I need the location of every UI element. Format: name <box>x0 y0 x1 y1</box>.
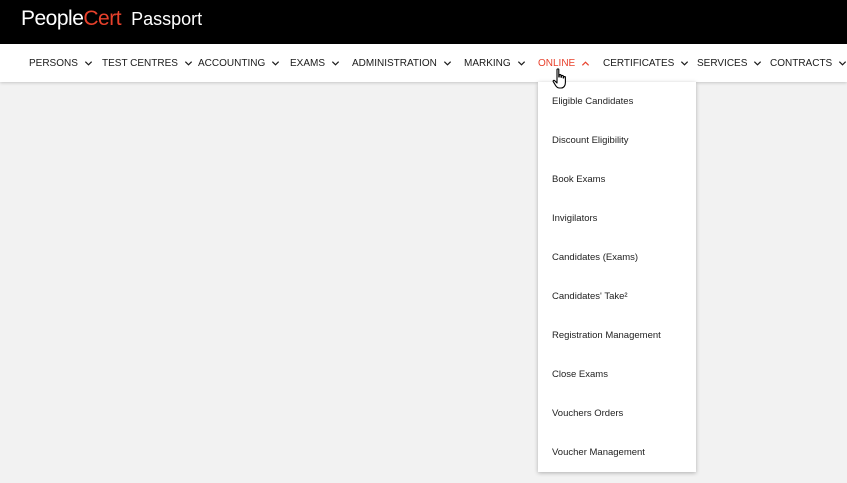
chevron-down-icon <box>84 60 92 66</box>
nav-item-label: ACCOUNTING <box>198 57 266 69</box>
chevron-down-icon <box>681 60 689 66</box>
chevron-down-icon <box>184 60 193 66</box>
nav-item-label: PERSONS <box>29 57 78 69</box>
nav-item-label: SERVICES <box>697 57 748 69</box>
nav-item-exams[interactable]: EXAMS <box>290 44 340 82</box>
nav-item-label: CONTRACTS <box>770 57 833 69</box>
hand-pointer-cursor-icon <box>552 68 566 89</box>
menu-item-vouchers-orders[interactable]: Vouchers Orders <box>552 394 692 433</box>
nav-item-label: ADMINISTRATION <box>352 57 437 69</box>
nav-item-contracts[interactable]: CONTRACTS <box>770 44 847 82</box>
chevron-down-icon <box>517 60 525 66</box>
nav-item-label: MARKING <box>464 57 511 69</box>
online-dropdown-menu: Eligible Candidates Discount Eligibility… <box>538 82 696 472</box>
app-name: Passport <box>131 9 203 29</box>
nav-item-services[interactable]: SERVICES <box>697 44 762 82</box>
nav-item-label: EXAMS <box>290 57 326 69</box>
nav-item-marking[interactable]: MARKING <box>464 44 526 82</box>
nav-item-persons[interactable]: PERSONS <box>29 44 93 82</box>
logo-people-text: People <box>21 7 84 30</box>
chevron-down-icon <box>754 60 762 66</box>
top-header-bar: People Cert Passport <box>0 0 847 44</box>
logo-cert-text: Cert <box>83 7 122 30</box>
menu-item-eligible-candidates[interactable]: Eligible Candidates <box>552 82 692 121</box>
chevron-down-icon <box>331 60 340 66</box>
chevron-down-icon <box>839 60 847 66</box>
main-nav-bar: PERSONS TEST CENTRES ACCOUNTING EXAMS AD… <box>0 44 847 82</box>
peoplecert-logo[interactable]: People Cert Passport <box>21 7 202 37</box>
nav-item-label: ONLINE <box>538 57 576 69</box>
menu-item-voucher-management[interactable]: Voucher Management <box>552 433 692 472</box>
nav-item-test-centres[interactable]: TEST CENTRES <box>102 44 193 82</box>
nav-item-accounting[interactable]: ACCOUNTING <box>198 44 280 82</box>
menu-item-candidates-take2[interactable]: Candidates' Take² <box>552 277 692 316</box>
nav-item-administration[interactable]: ADMINISTRATION <box>352 44 452 82</box>
nav-item-certificates[interactable]: CERTIFICATES <box>603 44 689 82</box>
menu-item-registration-management[interactable]: Registration Management <box>552 316 692 355</box>
menu-item-close-exams[interactable]: Close Exams <box>552 355 692 394</box>
nav-item-label: TEST CENTRES <box>102 57 178 69</box>
chevron-up-icon <box>582 60 590 66</box>
menu-item-discount-eligibility[interactable]: Discount Eligibility <box>552 121 692 160</box>
menu-item-invigilators[interactable]: Invigilators <box>552 199 692 238</box>
menu-item-candidates-exams[interactable]: Candidates (Exams) <box>552 238 692 277</box>
nav-item-label: CERTIFICATES <box>603 57 675 69</box>
chevron-down-icon <box>272 60 280 66</box>
menu-item-book-exams[interactable]: Book Exams <box>552 160 692 199</box>
chevron-down-icon <box>443 60 451 66</box>
